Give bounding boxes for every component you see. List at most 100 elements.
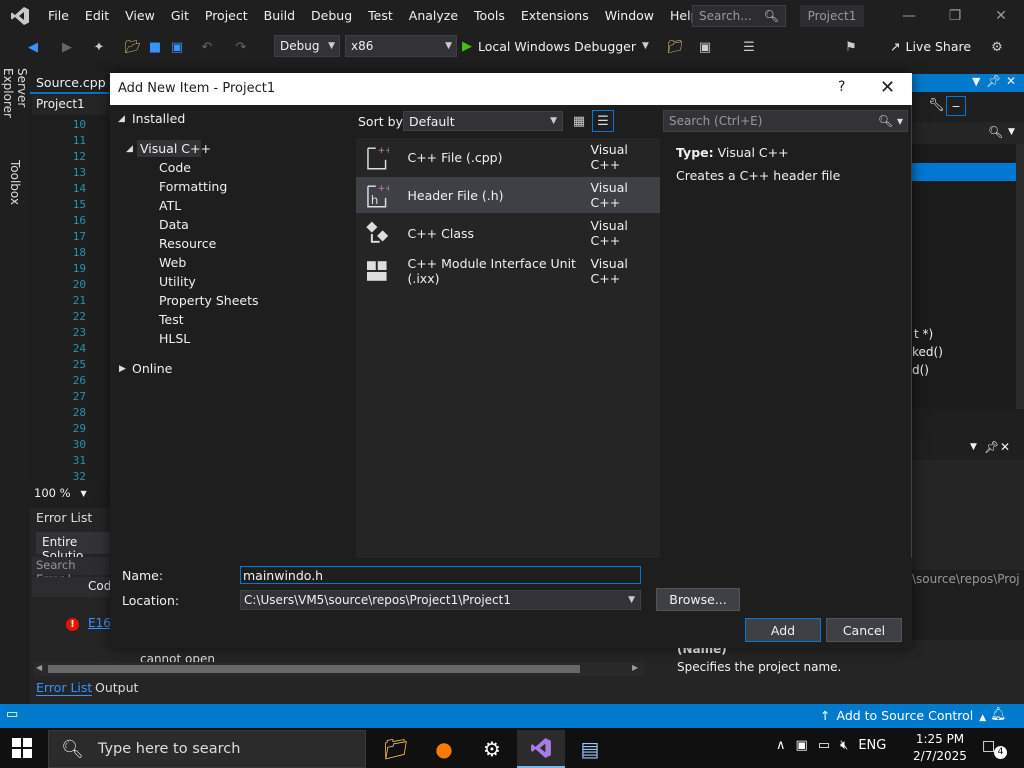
browse-button[interactable]: Browse... <box>656 588 740 611</box>
collapsed-arrow-icon[interactable]: ▶ <box>119 364 126 374</box>
global-search-box[interactable]: Search... 🔍︎ <box>692 5 786 27</box>
grid-view-icon[interactable]: ▦ <box>569 111 589 131</box>
window-close-icon[interactable]: ✕ <box>978 0 1024 32</box>
scroll-left-icon[interactable]: ◀ <box>36 663 42 672</box>
bookmark-icon[interactable]: ⚑ <box>842 38 860 56</box>
volume-muted-icon[interactable]: 🔇︎ <box>840 738 848 753</box>
taskbar-clock[interactable]: 1:25 PM 2/7/2025 <box>908 731 972 765</box>
server-explorer-tab[interactable]: Server Explorer <box>0 62 30 154</box>
menu-project[interactable]: Project <box>197 0 256 32</box>
menu-build[interactable]: Build <box>256 0 303 32</box>
new-project-icon[interactable]: ✦ <box>90 38 108 56</box>
firefox-icon[interactable]: ● <box>420 730 468 768</box>
menu-file[interactable]: File <box>40 0 77 32</box>
network-icon[interactable]: ▣ <box>796 738 808 753</box>
add-to-source-control-button[interactable]: ↑ Add to Source Control ▲ <box>820 708 986 723</box>
notification-bell-icon[interactable]: 🔔︎ <box>990 707 1007 722</box>
list-view-icon[interactable]: ☰ <box>592 110 614 132</box>
screenshot-icon[interactable]: ▣ <box>696 38 714 56</box>
dropdown-icon[interactable]: ▼ <box>970 442 977 452</box>
pin-icon[interactable]: 📌︎ <box>986 74 1001 88</box>
tab-output[interactable]: Output <box>95 680 138 695</box>
undo-icon[interactable]: ↶ <box>198 38 216 56</box>
back-icon[interactable]: ◀ <box>24 38 42 56</box>
tree-item-data[interactable]: Data <box>159 217 189 232</box>
sort-by-select[interactable]: Default ▼ <box>403 111 563 131</box>
error-scope-select[interactable]: Entire Solutio <box>36 532 110 563</box>
dropdown-icon[interactable]: ▼ <box>972 75 980 88</box>
tree-item-resource[interactable]: Resource <box>159 236 216 251</box>
save-icon[interactable]: ■ <box>146 38 164 56</box>
battery-icon[interactable]: ▭ <box>818 738 830 753</box>
forward-icon[interactable]: ▶ <box>58 38 76 56</box>
menu-test[interactable]: Test <box>360 0 401 32</box>
close-icon[interactable]: ✕ <box>1000 440 1010 454</box>
menu-analyze[interactable]: Analyze <box>401 0 466 32</box>
name-input[interactable] <box>240 566 641 584</box>
menu-view[interactable]: View <box>117 0 163 32</box>
help-icon[interactable]: ? <box>838 79 845 95</box>
tree-item-atl[interactable]: ATL <box>159 198 181 213</box>
close-icon[interactable]: ✕ <box>1006 74 1016 88</box>
template-item-cpp-class[interactable]: C++ Class Visual C++ <box>356 215 660 251</box>
add-button[interactable]: Add <box>745 618 821 642</box>
language-indicator[interactable]: ENG <box>858 738 886 753</box>
tree-item-online[interactable]: Online <box>132 361 172 376</box>
tree-item-test[interactable]: Test <box>159 312 184 327</box>
platform-select[interactable]: x86 ▼ <box>345 35 457 57</box>
file-explorer-icon[interactable]: 📁︎ <box>372 730 420 768</box>
dialog-close-icon[interactable]: ✕ <box>880 77 895 98</box>
scroll-right-icon[interactable]: ▶ <box>632 663 638 672</box>
menu-window[interactable]: Window <box>597 0 662 32</box>
toolbox-tab[interactable]: Toolbox <box>0 154 30 210</box>
tree-item-visual-cpp[interactable]: Visual C++ <box>140 141 211 156</box>
tree-item-utility[interactable]: Utility <box>159 274 196 289</box>
error-search-input[interactable]: Search Error L <box>32 557 110 586</box>
configuration-select[interactable]: Debug ▼ <box>274 35 340 57</box>
tree-item-property-sheets[interactable]: Property Sheets <box>159 293 259 308</box>
tree-item-code[interactable]: Code <box>159 160 191 175</box>
menu-edit[interactable]: Edit <box>77 0 117 32</box>
open-folder-icon[interactable]: 📂︎ <box>124 38 142 56</box>
restore-icon[interactable]: ❐ <box>932 0 978 32</box>
chevron-up-icon[interactable]: ∧ <box>776 738 786 753</box>
horizontal-scrollbar-thumb[interactable] <box>48 665 580 673</box>
template-search-input[interactable]: Search (Ctrl+E) 🔍︎ ▾ <box>663 110 908 132</box>
document-tab-source-cpp[interactable]: Source.cpp <box>30 72 110 94</box>
template-item-module-interface[interactable]: C++ Module Interface Unit (.ixx) Visual … <box>356 253 660 289</box>
visual-studio-taskbar-icon[interactable] <box>517 730 565 768</box>
folder-icon[interactable]: 📁︎ <box>666 38 684 56</box>
menu-debug[interactable]: Debug <box>303 0 360 32</box>
redo-icon[interactable]: ↷ <box>232 38 250 56</box>
action-center-icon[interactable]: □ 4 <box>982 738 1007 759</box>
tree-item-installed[interactable]: Installed <box>132 111 185 126</box>
expanded-arrow-icon[interactable]: ◢ <box>118 114 125 124</box>
error-code-link[interactable]: E16 <box>88 616 111 630</box>
remote-desktop-icon[interactable]: ▤ <box>566 730 614 768</box>
tree-item-web[interactable]: Web <box>159 255 186 270</box>
preview-selected-icon[interactable]: − <box>946 96 966 116</box>
project-navigation-combo[interactable]: Project1 <box>32 95 110 115</box>
wrench-icon[interactable]: 🔧︎ <box>928 98 945 113</box>
taskbar-search-box[interactable]: 🔍︎ Type here to search <box>48 730 366 768</box>
menu-tools[interactable]: Tools <box>466 0 513 32</box>
template-item-cpp-file[interactable]: ++ C++ File (.cpp) Visual C++ <box>356 139 660 175</box>
location-select[interactable]: C:\Users\VM5\source\repos\Project1\Proje… <box>240 590 641 610</box>
solution-scrollbar[interactable] <box>1016 144 1024 409</box>
solution-selected-row[interactable] <box>912 163 1016 181</box>
feedback-icon[interactable]: ⚙ <box>988 38 1006 56</box>
live-share-button[interactable]: ↗ Live Share <box>890 35 971 57</box>
menu-git[interactable]: Git <box>163 0 197 32</box>
start-debugging-button[interactable]: ▶ Local Windows Debugger ▼ <box>462 35 649 57</box>
expanded-arrow-icon[interactable]: ◢ <box>126 144 133 154</box>
menu-extensions[interactable]: Extensions <box>513 0 597 32</box>
tree-item-hlsl[interactable]: HLSL <box>159 331 190 346</box>
solution-search-box[interactable]: 🔍︎ ▼ <box>912 122 1024 144</box>
tree-item-formatting[interactable]: Formatting <box>159 179 227 194</box>
hierarchy-icon[interactable]: ☰ <box>740 38 758 56</box>
zoom-level-combo[interactable]: 100 % ▼ <box>30 484 110 502</box>
template-item-header-file[interactable]: h++ Header File (.h) Visual C++ <box>356 177 660 213</box>
save-all-icon[interactable]: ▣ <box>168 38 186 56</box>
windows-start-icon[interactable] <box>12 738 32 758</box>
cancel-button[interactable]: Cancel <box>826 618 902 642</box>
